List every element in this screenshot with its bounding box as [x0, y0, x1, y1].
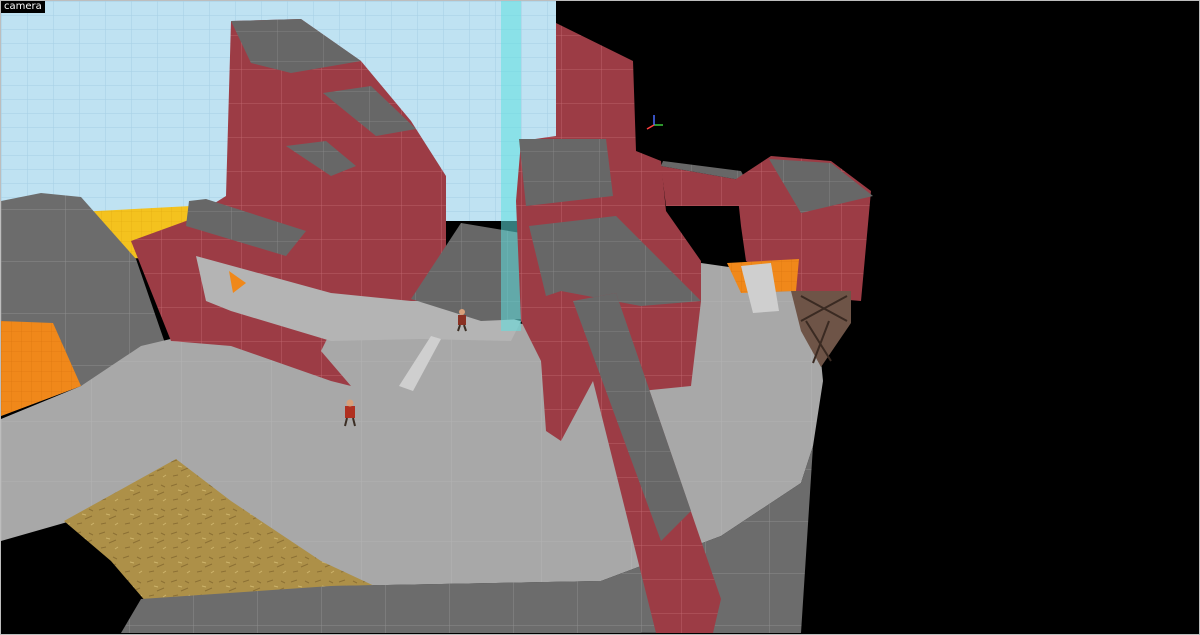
selection-beam — [501, 1, 521, 331]
viewport-title[interactable]: camera — [1, 1, 45, 13]
scene-render[interactable] — [1, 1, 1200, 635]
tower-roof — [519, 139, 613, 206]
camera-viewport[interactable]: camera — [0, 0, 1200, 635]
